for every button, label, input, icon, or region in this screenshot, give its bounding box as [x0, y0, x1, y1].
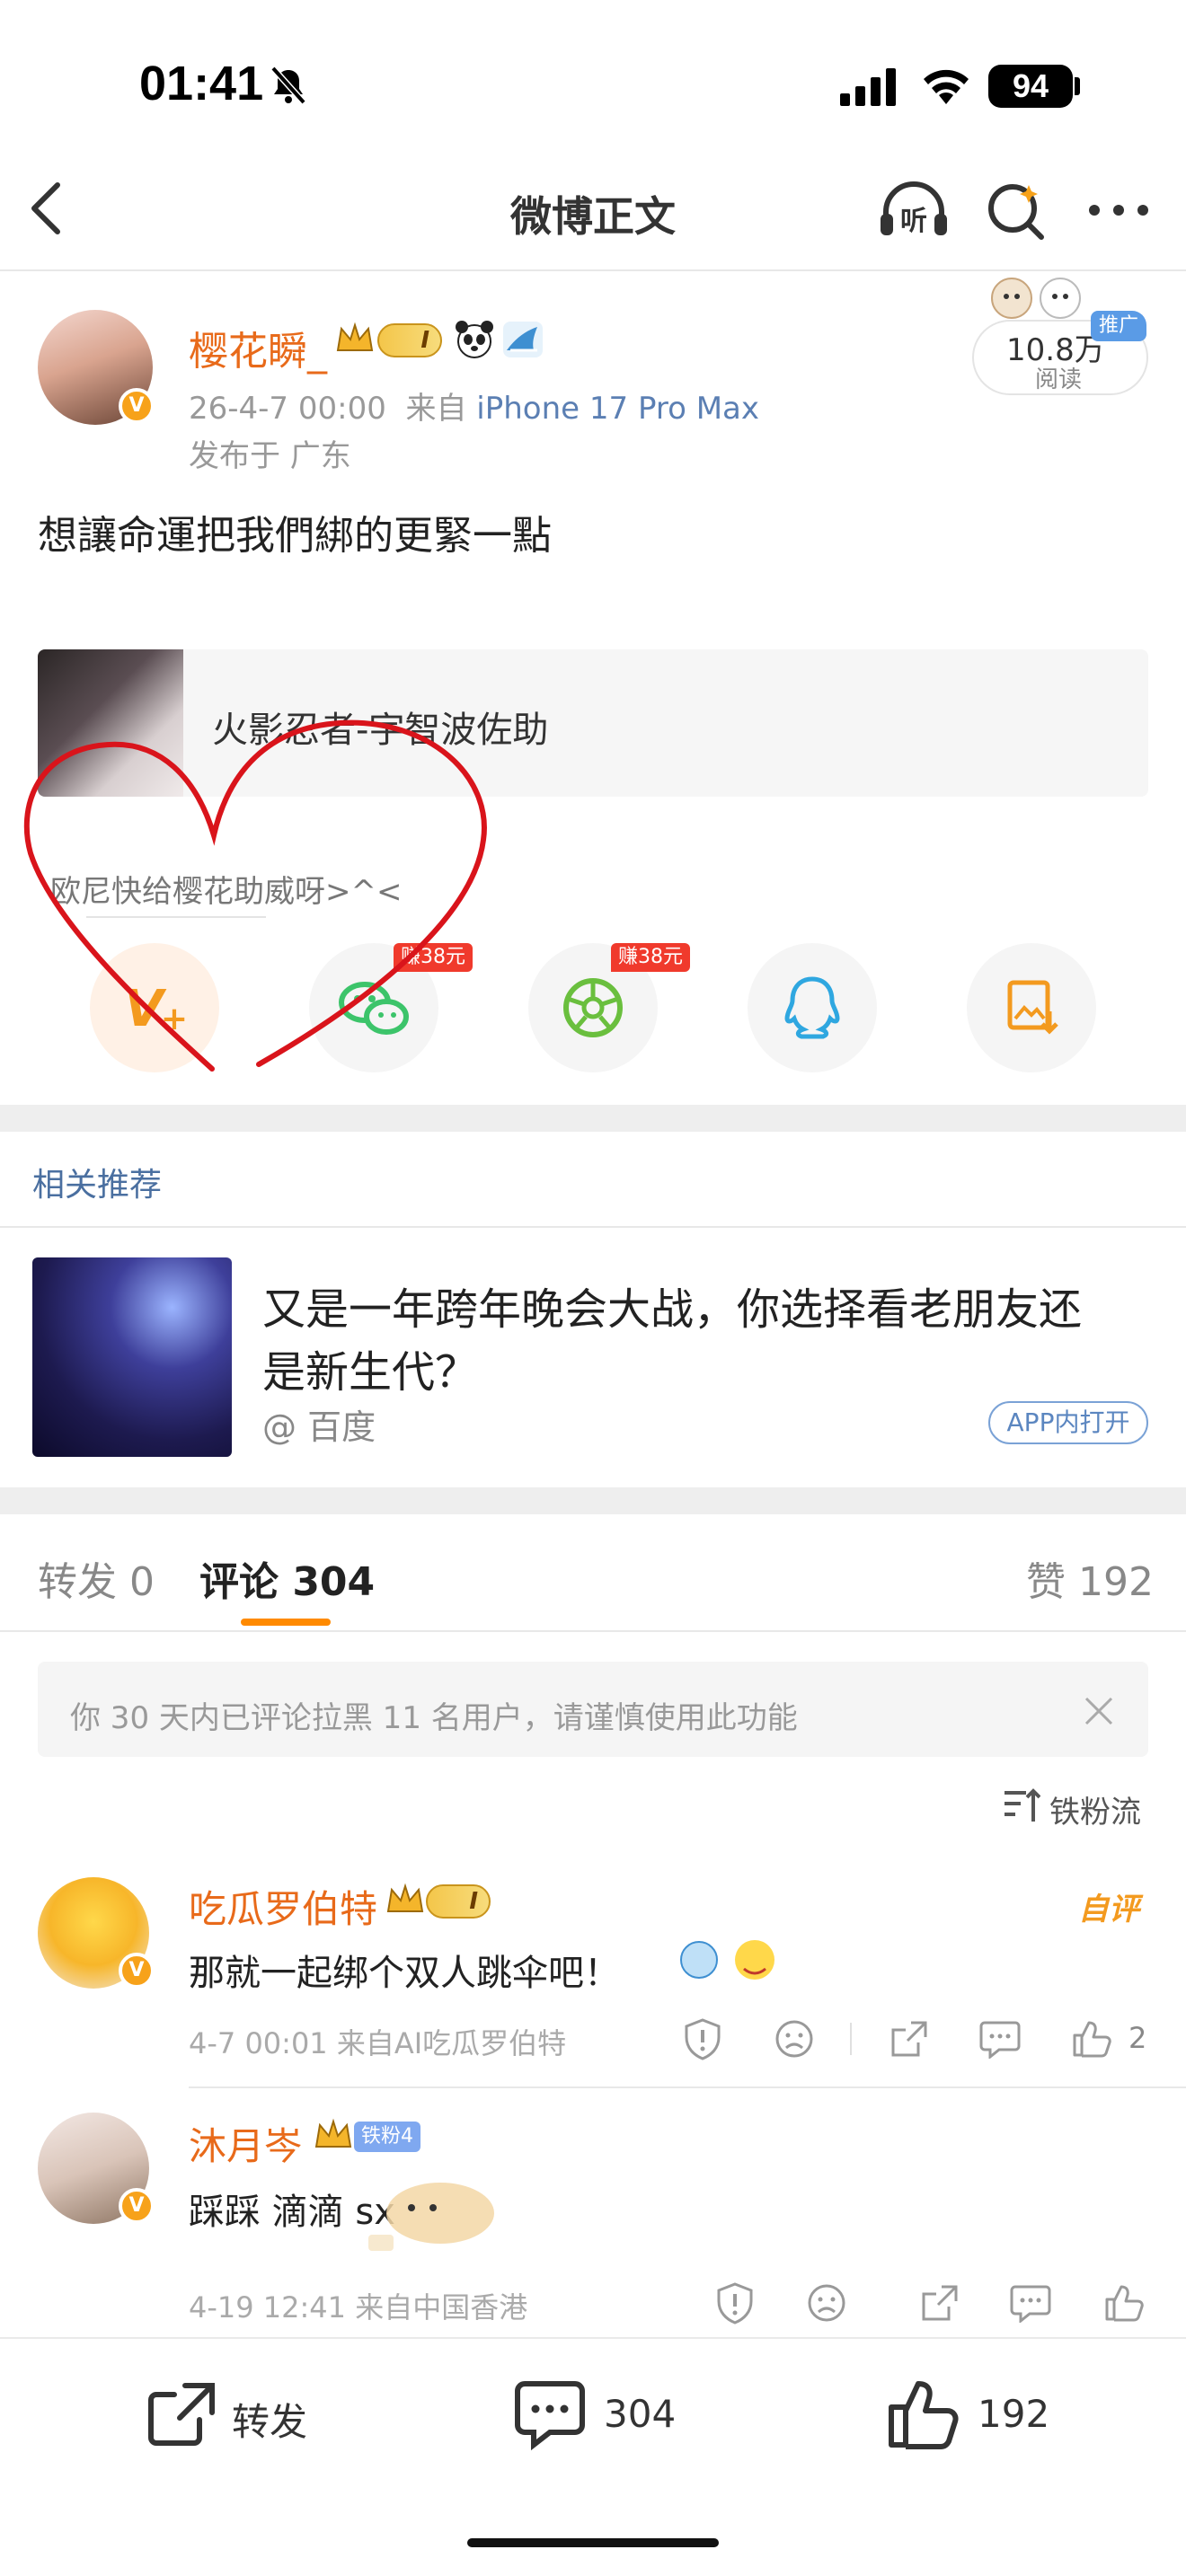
tab-likes[interactable]: 赞 192 — [1026, 1549, 1154, 1607]
recommendation-headline-2[interactable]: 是新生代？ — [262, 1337, 478, 1399]
heart-annotation — [18, 719, 503, 1087]
search-icon[interactable] — [984, 180, 1047, 243]
panda-icon — [455, 320, 494, 359]
action-divider — [850, 2023, 852, 2055]
tabs-divider — [0, 1630, 1186, 1632]
moments-reward-tag: 赚38元 — [611, 943, 690, 972]
share-qq-button[interactable] — [748, 943, 877, 1072]
post-text: 想讓命運把我們綁的更緊一點 — [38, 513, 552, 559]
recommendation-thumbnail[interactable] — [32, 1257, 232, 1457]
signal-icon — [840, 68, 898, 106]
shark-icon — [501, 320, 544, 359]
sort-icon[interactable] — [1003, 1787, 1040, 1823]
repost-button[interactable]: 转发 — [232, 2392, 307, 2447]
related-title: 相关推荐 — [32, 1167, 163, 1204]
post-meta: 26-4-7 00:00 来自 iPhone 17 Pro Max — [189, 384, 759, 428]
close-icon[interactable] — [1084, 1696, 1114, 1726]
comment-meta: 4-19 12:41 来自中国香港 — [189, 2290, 528, 2325]
comment-author[interactable]: 沐月岑 — [189, 2116, 302, 2171]
ad-tag: 推广 — [1091, 311, 1146, 341]
comment-divider — [189, 2086, 1186, 2088]
emoji-sticker-icon — [676, 1933, 783, 1987]
crown-icon — [385, 1881, 426, 1917]
post-date: 26-4-7 00:00 — [189, 391, 386, 427]
report-icon[interactable] — [715, 2281, 755, 2325]
save-image-button[interactable] — [967, 943, 1096, 1072]
bell-muted-icon — [268, 65, 309, 106]
more-icon[interactable] — [1087, 203, 1150, 217]
dislike-face-icon[interactable] — [774, 2019, 814, 2059]
sheep-sticker-icon — [985, 266, 1102, 323]
self-review-badge: 自评 — [1078, 1892, 1139, 1928]
crown-icon — [313, 2116, 354, 2152]
fan-badge: 铁粉4 — [354, 2122, 420, 2152]
post-source-prefix: 来自 — [405, 391, 467, 427]
comments-count-button[interactable]: 304 — [604, 2392, 676, 2436]
listen-icon[interactable]: 听 — [877, 178, 951, 241]
read-label: 阅读 — [1035, 366, 1083, 393]
comment-like-count: 2 — [1128, 2021, 1147, 2055]
repost-icon[interactable] — [146, 2380, 217, 2448]
share-icon[interactable] — [920, 2283, 960, 2323]
svg-text:听: 听 — [900, 206, 927, 237]
comment-icon[interactable] — [514, 2378, 586, 2450]
status-time: 01:41 — [139, 57, 264, 110]
report-icon[interactable] — [683, 2017, 722, 2060]
likes-count-button[interactable]: 192 — [978, 2392, 1049, 2436]
section-separator-2 — [0, 1487, 1186, 1514]
comment-author[interactable]: 吃瓜罗伯特 — [189, 1879, 377, 1934]
tab-active-indicator — [241, 1619, 331, 1626]
tab-comments[interactable]: 评论 304 — [199, 1549, 375, 1607]
block-notice-text: 你 30 天内已评论拉黑 11 名用户，请谨慎使用此功能 — [70, 1700, 798, 1736]
battery-tip — [1075, 77, 1080, 95]
verified-badge: V — [119, 2188, 155, 2224]
like-icon[interactable] — [1103, 2281, 1145, 2323]
like-icon[interactable] — [886, 2375, 961, 2450]
comment-icon[interactable] — [1010, 2283, 1051, 2323]
recommendation-source: @ 百度 — [262, 1407, 376, 1447]
sort-label[interactable]: 铁粉流 — [1049, 1787, 1141, 1831]
related-divider — [0, 1226, 1186, 1228]
wifi-icon — [920, 65, 972, 106]
section-separator — [0, 1105, 1186, 1132]
author-name[interactable]: 樱花瞬_ — [189, 319, 327, 376]
verified-badge: V — [119, 1953, 155, 1989]
comment-icon[interactable] — [979, 2019, 1021, 2059]
post-device[interactable]: iPhone 17 Pro Max — [476, 391, 759, 427]
battery-indicator: 94 — [988, 65, 1073, 108]
shiba-sticker-icon — [350, 2157, 503, 2256]
comment-meta: 4-7 00:01 来自AI吃瓜罗伯特 — [189, 2026, 567, 2060]
post-location: 发布于 广东 — [189, 438, 351, 474]
dislike-face-icon[interactable] — [807, 2283, 846, 2323]
home-indicator — [467, 2538, 719, 2547]
verified-badge: V — [119, 388, 155, 424]
comment-text: 那就一起绑个双人跳伞吧！ — [189, 1953, 620, 1994]
recommendation-headline-1[interactable]: 又是一年跨年晚会大战，你选择看老朋友还 — [262, 1274, 1082, 1337]
like-icon[interactable] — [1071, 2017, 1112, 2059]
share-icon[interactable] — [890, 2019, 929, 2059]
tab-repost[interactable]: 转发 0 — [38, 1549, 155, 1607]
vip-level-badge: I — [377, 323, 442, 357]
vip-level-badge: I — [426, 1884, 491, 1919]
open-in-app-button[interactable]: APP内打开 — [988, 1401, 1148, 1444]
crown-icon — [334, 320, 376, 356]
